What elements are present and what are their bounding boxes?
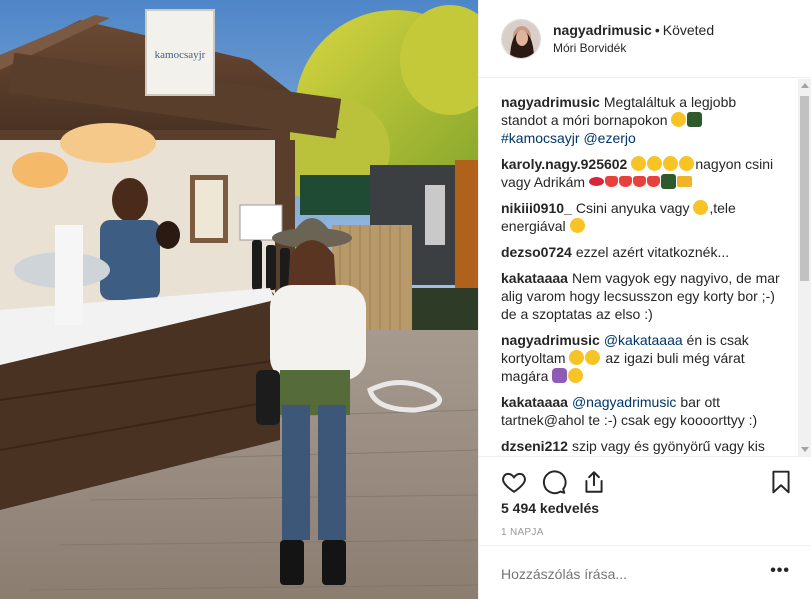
smile-emoji-icon <box>693 200 709 215</box>
post-photo[interactable]: kamocsayjr <box>0 0 478 599</box>
comment-item: nagyadrimusic @kakataaaa én is csak korty… <box>501 331 783 385</box>
photo-illustration: kamocsayjr <box>0 0 478 599</box>
heart-icon[interactable] <box>501 469 527 495</box>
comments-scrollbar[interactable] <box>798 79 811 456</box>
smile-emoji-icon <box>671 112 687 127</box>
add-comment-input[interactable] <box>501 566 731 582</box>
thumbs-up-emoji-icon <box>569 350 585 365</box>
mention-link[interactable]: @kakataaaa <box>604 332 683 348</box>
smile-emoji-icon <box>569 218 585 233</box>
kiss-emoji-icon <box>679 156 695 171</box>
grin-emoji-icon <box>585 350 601 365</box>
avatar[interactable] <box>501 18 541 59</box>
heart-emoji-icon <box>632 176 646 187</box>
comment-text: ezzel azért vitatkoznék... <box>575 244 730 260</box>
post-timestamp[interactable]: 1 NAPJA <box>501 527 544 538</box>
comment-item: karoly.nagy.925602 nagyon csini vagy Adri… <box>501 155 783 191</box>
action-bar <box>479 456 811 506</box>
dancer-emoji-icon <box>687 112 703 127</box>
comment-username[interactable]: kakataaaa <box>501 270 568 286</box>
more-options-icon[interactable]: ••• <box>770 562 790 580</box>
separator-dot: • <box>654 21 660 38</box>
scroll-thumb[interactable] <box>800 96 809 281</box>
comment-username[interactable]: nagyadrimusic <box>501 94 600 110</box>
bookmark-icon[interactable] <box>768 469 794 495</box>
comment-username[interactable]: dzseni212 <box>501 438 568 454</box>
hashtag-link[interactable]: #kamocsayjr @ezerjo <box>501 130 636 146</box>
comment-username[interactable]: karoly.nagy.925602 <box>501 156 627 172</box>
booth-sign-text: kamocsayjr <box>155 49 206 61</box>
follow-status[interactable]: Követed <box>663 22 714 38</box>
heart-emoji-icon <box>618 176 632 187</box>
comment-text: Csini anyuka vagy <box>575 200 690 216</box>
header-username[interactable]: nagyadrimusic <box>553 22 652 38</box>
comment-item: dzseni212 szip vagy és gyönyörű vagy kis … <box>501 437 783 456</box>
post-header: nagyadrimusic • Követed Móri Borvidék <box>479 0 811 78</box>
comment-icon[interactable] <box>541 469 567 495</box>
add-comment-bar: ••• <box>479 545 811 599</box>
comment-item: nagyadrimusic Megtaláltuk a legjobb stand… <box>501 93 783 147</box>
post-sidebar: nagyadrimusic • Követed Móri Borvidék nagy… <box>478 0 811 599</box>
share-icon[interactable] <box>581 469 607 495</box>
comment-item: kakataaaa Nem vagyok egy nagyivo, de mar … <box>501 269 783 323</box>
comment-username[interactable]: nagyadrimusic <box>501 332 600 348</box>
heart-emoji-icon <box>646 176 660 187</box>
scroll-up-arrow-icon[interactable] <box>801 83 809 88</box>
laugh-emoji-icon <box>568 368 584 383</box>
likes-count[interactable]: 5 494 kedvelés <box>501 500 599 516</box>
heart-eyes-emoji-icon <box>631 156 647 171</box>
comment-username[interactable]: dezso0724 <box>501 244 572 260</box>
comments-list: nagyadrimusic Megtaláltuk a legjobb stand… <box>479 79 799 456</box>
lips-emoji-icon <box>588 177 604 186</box>
cactus-emoji-icon <box>660 174 676 189</box>
mention-link[interactable]: @nagyadrimusic <box>572 394 676 410</box>
comment-item: nikiii0910_ Csini anyuka vagy ,tele energ… <box>501 199 783 235</box>
comment-item: kakataaaa @nagyadrimusic bar ott tartnek@… <box>501 393 783 429</box>
heart-eyes-emoji-icon <box>663 156 679 171</box>
heart-emoji-icon <box>604 176 618 187</box>
location-link[interactable]: Móri Borvidék <box>553 39 714 57</box>
woman-emoji-icon <box>552 368 568 383</box>
comment-item: dezso0724 ezzel azért vitatkoznék... <box>501 243 783 261</box>
scroll-down-arrow-icon[interactable] <box>801 447 809 452</box>
heart-eyes-emoji-icon <box>647 156 663 171</box>
crown-emoji-icon <box>676 176 692 187</box>
comment-username[interactable]: kakataaaa <box>501 394 568 410</box>
comment-username[interactable]: nikiii0910_ <box>501 200 572 216</box>
